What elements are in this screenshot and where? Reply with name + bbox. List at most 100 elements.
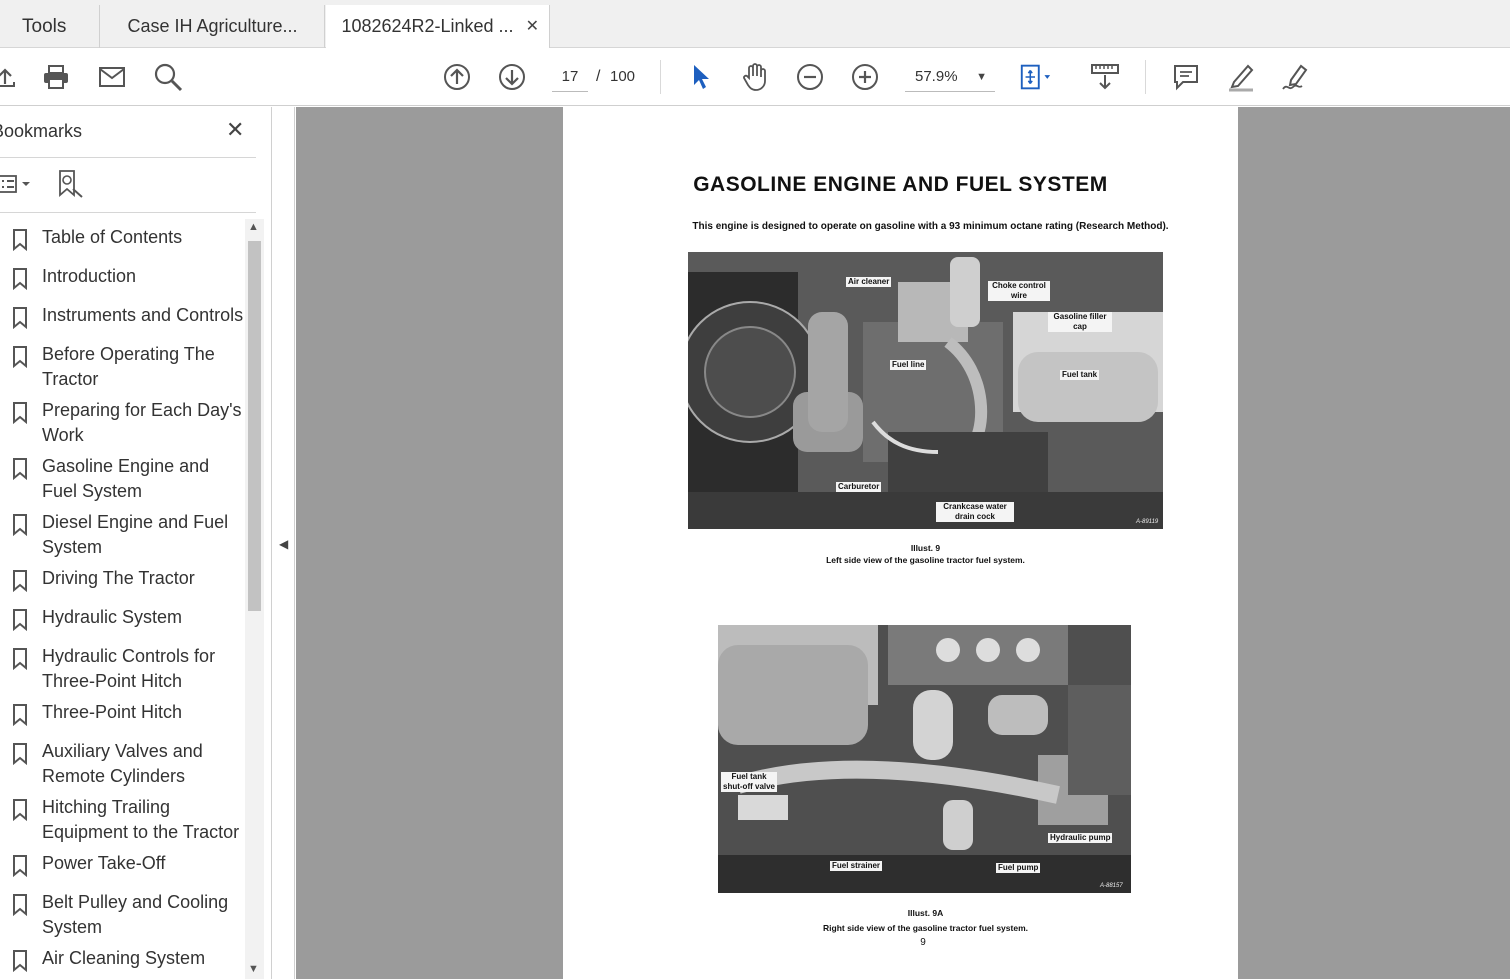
bookmark-icon	[12, 855, 28, 882]
hand-tool-icon[interactable]	[738, 60, 772, 94]
previous-page-icon[interactable]	[440, 60, 474, 94]
page-separator: /	[596, 68, 601, 85]
tab-document-1[interactable]: Case IH Agriculture...	[101, 5, 325, 48]
bookmark-label: Introduction	[42, 266, 137, 286]
bookmark-icon	[12, 704, 28, 731]
panel-toolbar	[0, 167, 256, 203]
bookmark-label: Hydraulic Controls for Three-Point Hitch	[42, 646, 216, 691]
callout-shutoff-valve: Fuel tank shut-off valve	[721, 772, 777, 792]
bookmark-label: Power Take-Off	[42, 853, 166, 873]
bookmark-icon	[12, 950, 28, 977]
toolbar-divider	[1145, 60, 1146, 94]
zoom-value: 57.9%	[915, 68, 958, 85]
highlight-pen-icon[interactable]	[1224, 60, 1258, 94]
panel-title: Bookmarks	[0, 121, 83, 141]
add-bookmark-icon[interactable]	[56, 169, 84, 204]
bookmark-label: Before Operating The Tractor	[42, 344, 215, 389]
callout-fuel-line: Fuel line	[890, 360, 927, 370]
pdf-page: GASOLINE ENGINE AND FUEL SYSTEM This eng…	[563, 107, 1238, 979]
document-viewer[interactable]: GASOLINE ENGINE AND FUEL SYSTEM This eng…	[296, 107, 1510, 979]
next-page-icon[interactable]	[495, 60, 529, 94]
bookmark-item[interactable]: Air Cleaning System	[0, 946, 244, 979]
callout-air-cleaner: Air cleaner	[846, 277, 892, 287]
bookmark-label: Diesel Engine and Fuel System	[42, 512, 229, 557]
callout-fuel-tank: Fuel tank	[1060, 370, 1100, 380]
bookmark-icon	[12, 458, 28, 485]
sign-pen-icon[interactable]	[1279, 60, 1313, 94]
page-total: 100	[610, 68, 636, 85]
chevron-down-icon: ▼	[976, 71, 987, 83]
tab-close-icon[interactable]: ✕	[526, 16, 539, 36]
scroll-down-icon[interactable]: ▼	[248, 963, 259, 975]
bookmark-item[interactable]: Belt Pulley and Cooling System	[0, 890, 244, 940]
bookmark-item[interactable]: Before Operating The Tractor	[0, 342, 244, 392]
share-upload-icon[interactable]	[0, 60, 22, 94]
print-icon[interactable]	[39, 60, 73, 94]
bookmark-item[interactable]: Hitching Trailing Equipment to the Tract…	[0, 795, 244, 845]
options-menu-icon[interactable]	[0, 173, 36, 200]
bookmark-icon	[12, 609, 28, 636]
toolbar-divider	[660, 60, 661, 94]
scrollbar[interactable]: ▲ ▼	[245, 219, 264, 979]
bookmark-item[interactable]: Gasoline Engine and Fuel System	[0, 454, 244, 504]
bookmark-label: Preparing for Each Day's Work	[42, 400, 242, 445]
tab-tools-label: Tools	[22, 15, 67, 37]
toolbar: 17 / 100 57.9% ▼	[0, 48, 1510, 106]
bookmark-icon	[12, 307, 28, 334]
tab-document-2-label: 1082624R2-Linked ...	[341, 16, 514, 36]
bookmark-icon	[12, 402, 28, 429]
bookmark-icon	[12, 570, 28, 597]
page-heading: GASOLINE ENGINE AND FUEL SYSTEM	[693, 173, 1108, 196]
illustration-caption: Right side view of the gasoline tractor …	[823, 923, 1028, 933]
scroll-up-icon[interactable]: ▲	[248, 221, 259, 233]
bookmark-icon	[12, 648, 28, 675]
scrolling-mode-icon[interactable]	[1088, 60, 1122, 94]
bookmark-item[interactable]: Preparing for Each Day's Work	[0, 398, 244, 448]
photo-reference: A-88157	[1100, 883, 1123, 889]
search-icon[interactable]	[151, 60, 185, 94]
email-icon[interactable]	[95, 60, 129, 94]
bookmark-icon	[12, 268, 28, 295]
zoom-out-icon[interactable]	[793, 60, 827, 94]
bookmarks-panel: Bookmarks ✕ Table of Contents Introductio…	[0, 107, 272, 979]
divider	[0, 212, 256, 213]
tab-tools[interactable]: Tools	[0, 5, 100, 48]
bookmark-icon	[12, 799, 28, 826]
bookmark-label: Air Cleaning System	[42, 948, 206, 968]
scroll-thumb[interactable]	[248, 241, 261, 611]
close-panel-icon[interactable]: ✕	[226, 117, 244, 143]
fit-page-icon[interactable]	[1018, 60, 1052, 94]
page-footer-number: 9	[920, 937, 926, 948]
panel-collapse-strip[interactable]: ◀	[273, 107, 295, 979]
zoom-select[interactable]: 57.9% ▼	[905, 62, 995, 92]
bookmark-item[interactable]: Hydraulic Controls for Three-Point Hitch	[0, 644, 244, 694]
bookmark-label: Hydraulic System	[42, 607, 183, 627]
collapse-panel-icon[interactable]: ◀	[279, 537, 288, 551]
bookmark-label: Auxiliary Valves and Remote Cylinders	[42, 741, 203, 786]
bookmark-label: Belt Pulley and Cooling System	[42, 892, 229, 937]
tab-document-1-label: Case IH Agriculture...	[127, 16, 298, 36]
divider	[0, 157, 256, 158]
illustration-label: Illust. 9A	[907, 908, 944, 918]
intro-text: This engine is designed to operate on ga…	[692, 221, 1169, 232]
bookmark-label: Gasoline Engine and Fuel System	[42, 456, 210, 501]
page-number-input[interactable]: 17	[552, 62, 588, 92]
bookmark-label: Table of Contents	[42, 227, 183, 247]
bookmark-label: Hitching Trailing Equipment to the Tract…	[42, 797, 240, 842]
engine-left-photo: Air cleaner Choke control wire Gasoline …	[688, 252, 1163, 529]
tab-bar: Tools Case IH Agriculture... 1082624R2-L…	[0, 0, 1510, 48]
bookmark-icon	[12, 514, 28, 541]
bookmark-item[interactable]: Auxiliary Valves and Remote Cylinders	[0, 739, 244, 789]
tab-document-2[interactable]: 1082624R2-Linked ... ✕	[326, 5, 550, 48]
comment-icon[interactable]	[1169, 60, 1203, 94]
bookmark-icon	[12, 229, 28, 256]
bookmark-icon	[12, 743, 28, 770]
select-cursor-icon[interactable]	[683, 60, 717, 94]
illustration-caption: Left side view of the gasoline tractor f…	[826, 555, 1025, 565]
zoom-in-icon[interactable]	[848, 60, 882, 94]
callout-crankcase-drain: Crankcase water drain cock	[936, 502, 1014, 522]
bookmark-item[interactable]: Diesel Engine and Fuel System	[0, 510, 244, 560]
illustration-label: Illust. 9	[910, 543, 941, 553]
callout-choke-wire: Choke control wire	[988, 281, 1050, 301]
callout-fuel-pump: Fuel pump	[996, 863, 1041, 873]
